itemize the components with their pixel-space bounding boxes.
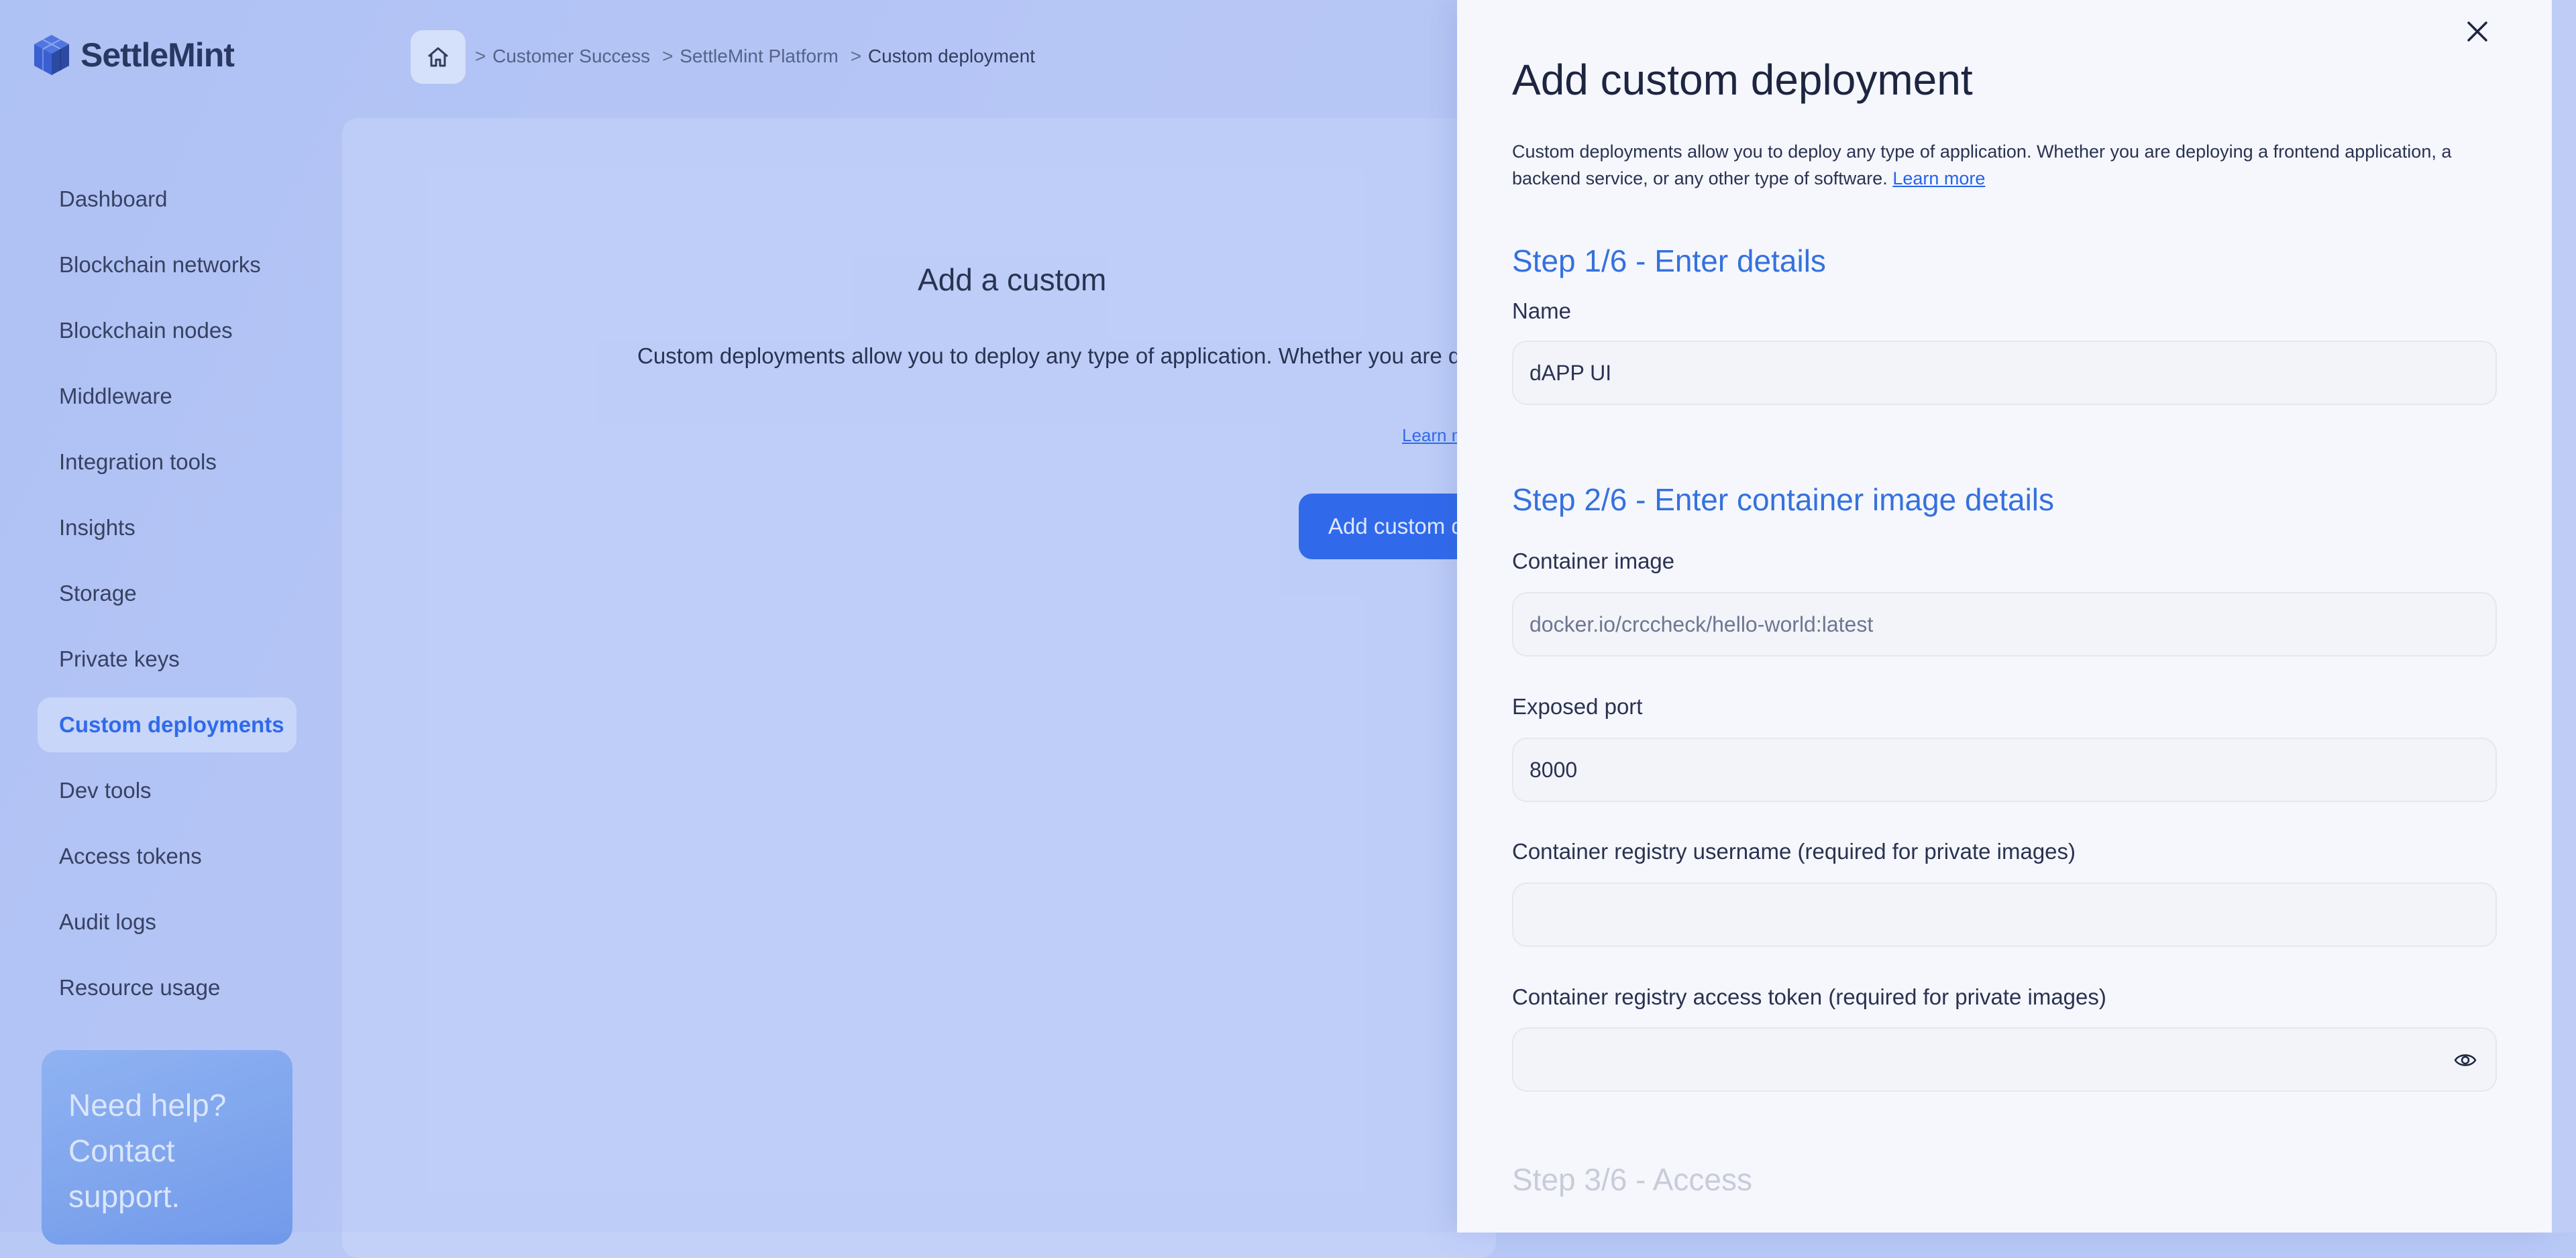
container-image-input[interactable] xyxy=(1512,592,2497,656)
registry-token-field[interactable] xyxy=(1512,1027,2497,1092)
name-input[interactable] xyxy=(1512,341,2497,405)
registry-username-label: Container registry username (required fo… xyxy=(1512,839,2076,864)
exposed-port-input[interactable] xyxy=(1512,738,2497,802)
drawer-learn-more-link[interactable]: Learn more xyxy=(1892,168,1985,188)
step-1-heading: Step 1/6 - Enter details xyxy=(1512,243,1826,278)
close-icon[interactable] xyxy=(2462,16,2493,47)
drawer-description: Custom deployments allow you to deploy a… xyxy=(1512,138,2491,192)
container-image-label: Container image xyxy=(1512,549,1675,573)
show-password-eye-icon[interactable] xyxy=(2454,1050,2477,1070)
step-3-heading: Step 3/6 - Access xyxy=(1512,1162,1752,1197)
exposed-port-label: Exposed port xyxy=(1512,694,1643,719)
drawer-title: Add custom deployment xyxy=(1512,56,1973,104)
step-2-heading: Step 2/6 - Enter container image details xyxy=(1512,482,2055,517)
registry-username-input[interactable] xyxy=(1512,882,2497,947)
name-label: Name xyxy=(1512,298,1572,323)
registry-token-label: Container registry access token (require… xyxy=(1512,984,2106,1009)
page-right-edge xyxy=(2552,0,2576,1233)
app-background: SettleMint > Customer Success > SettleMi… xyxy=(0,0,2576,1258)
add-custom-deployment-drawer: Add custom deployment Custom deployments… xyxy=(1457,0,2552,1233)
